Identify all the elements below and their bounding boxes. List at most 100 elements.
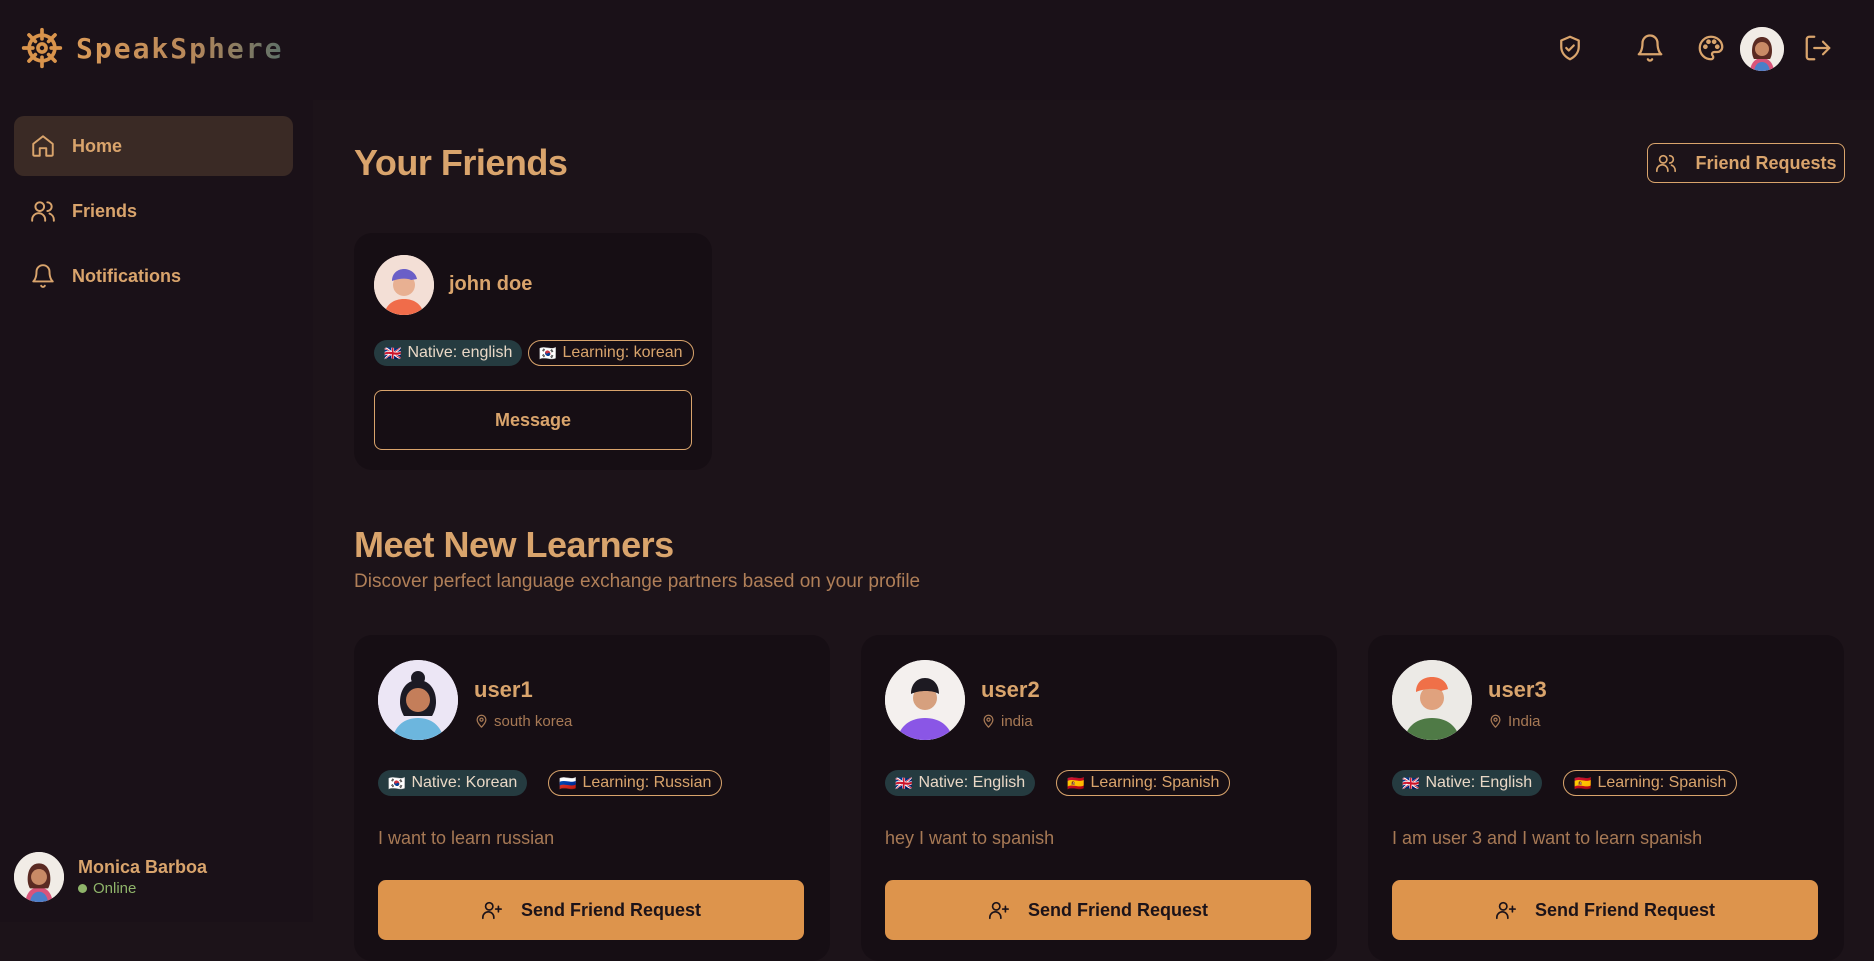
native-language-badge: 🇬🇧 Native: english xyxy=(374,340,523,366)
user-avatar-illustration xyxy=(1740,27,1784,71)
sidebar-item-label: Friends xyxy=(72,200,138,221)
learner-avatar-illustration xyxy=(885,660,965,740)
uk-flag-icon: 🇬🇧 xyxy=(895,774,913,791)
native-language: Native: english xyxy=(407,344,513,361)
russia-flag-icon: 🇷🇺 xyxy=(559,774,577,791)
avatar xyxy=(374,255,434,315)
learner-name: user2 xyxy=(981,677,1040,702)
learning-language: Learning: Russian xyxy=(582,774,712,791)
ship-wheel-icon xyxy=(21,27,63,69)
learning-language-badge: 🇰🇷 Learning: korean xyxy=(528,340,694,366)
bell-icon xyxy=(1637,34,1663,62)
learning-language-badge: 🇪🇸 Learning: Spanish xyxy=(1056,770,1231,796)
page-title: Your Friends xyxy=(354,142,568,183)
status-text: Online xyxy=(93,880,137,897)
shield-check-icon xyxy=(1560,35,1580,61)
users-icon xyxy=(31,201,55,222)
avatar xyxy=(1392,660,1472,740)
sidebar: Home Friends Notifications Monica Barboa… xyxy=(0,100,313,922)
location-text: south korea xyxy=(494,713,573,730)
current-user[interactable]: Monica Barboa Online xyxy=(14,852,207,902)
learner-bio: I want to learn russian xyxy=(378,828,555,848)
location-text: India xyxy=(1508,713,1541,730)
user-plus-icon xyxy=(481,901,502,920)
learner-bio: hey I want to spanish xyxy=(885,828,1055,848)
learner-card: user2 india 🇬🇧 Native: English 🇪🇸 Learni… xyxy=(861,635,1337,961)
sidebar-item-home[interactable]: Home xyxy=(14,116,293,176)
learner-bio: I am user 3 and I want to learn spanish xyxy=(1392,828,1703,848)
friend-requests-button[interactable]: Friend Requests xyxy=(1647,143,1845,183)
learning-language-badge: 🇷🇺 Learning: Russian xyxy=(548,770,723,796)
avatar[interactable] xyxy=(1740,27,1784,71)
learner-card: user1 south korea 🇰🇷 Native: Korean 🇷🇺 L… xyxy=(354,635,830,961)
theme-button[interactable] xyxy=(1693,30,1729,66)
learning-language-badge: 🇪🇸 Learning: Spanish xyxy=(1563,770,1738,796)
learner-avatar-illustration xyxy=(1392,660,1472,740)
friend-name: john doe xyxy=(449,273,533,295)
learner-name: user3 xyxy=(1488,677,1547,702)
send-friend-request-button[interactable]: Send Friend Request xyxy=(885,880,1311,940)
map-pin-icon xyxy=(983,714,994,728)
uk-flag-icon: 🇬🇧 xyxy=(384,344,402,361)
korea-flag-icon: 🇰🇷 xyxy=(539,344,557,361)
learning-language: Learning: korean xyxy=(562,344,683,361)
learning-language: Learning: Spanish xyxy=(1090,774,1220,791)
user-plus-icon xyxy=(1495,901,1516,920)
send-request-label: Send Friend Request xyxy=(1534,899,1716,920)
logout-button[interactable] xyxy=(1800,30,1836,66)
online-status: Online xyxy=(78,880,207,897)
learner-avatar-illustration xyxy=(378,660,458,740)
learner-location: India xyxy=(1488,713,1541,730)
user-avatar-illustration xyxy=(14,852,64,902)
app-root: SpeakSphere Home Friends Notifications M… xyxy=(0,0,1874,961)
korea-flag-icon: 🇰🇷 xyxy=(388,774,406,791)
learner-card: user3 India 🇬🇧 Native: English 🇪🇸 Learni… xyxy=(1368,635,1844,961)
native-language-badge: 🇬🇧 Native: English xyxy=(885,770,1036,796)
home-icon xyxy=(32,135,54,157)
native-language: Native: English xyxy=(918,774,1026,791)
app-name: SpeakSphere xyxy=(76,31,284,65)
native-language-badge: 🇰🇷 Native: Korean xyxy=(378,770,528,796)
sidebar-item-friends[interactable]: Friends xyxy=(14,181,293,241)
send-friend-request-button[interactable]: Send Friend Request xyxy=(378,880,804,940)
native-language: Native: Korean xyxy=(411,774,518,791)
send-friend-request-button[interactable]: Send Friend Request xyxy=(1392,880,1818,940)
logo[interactable]: SpeakSphere xyxy=(20,26,283,70)
learner-name: user1 xyxy=(474,677,533,702)
send-request-label: Send Friend Request xyxy=(520,899,702,920)
sidebar-item-label: Notifications xyxy=(72,265,182,286)
location-text: india xyxy=(1001,713,1033,730)
friend-card: john doe 🇬🇧 Native: english 🇰🇷 Learning:… xyxy=(354,233,712,470)
message-button[interactable]: Message xyxy=(374,390,692,450)
map-pin-icon xyxy=(1490,714,1501,728)
avatar xyxy=(885,660,965,740)
learners-title: Meet New Learners xyxy=(354,524,674,565)
logout-icon xyxy=(1805,35,1831,61)
learners-subtitle: Discover perfect language exchange partn… xyxy=(354,571,921,592)
shield-button[interactable] xyxy=(1552,30,1588,66)
native-language: Native: English xyxy=(1425,774,1533,791)
avatar xyxy=(14,852,64,902)
users-icon xyxy=(1656,154,1677,173)
learner-location: india xyxy=(981,713,1033,730)
send-request-label: Send Friend Request xyxy=(1027,899,1209,920)
palette-icon xyxy=(1698,35,1724,61)
online-dot-icon xyxy=(78,884,87,893)
learning-language: Learning: Spanish xyxy=(1597,774,1727,791)
friend-requests-label: Friend Requests xyxy=(1695,152,1837,173)
avatar xyxy=(378,660,458,740)
top-bar: SpeakSphere xyxy=(0,0,1874,100)
sidebar-item-notifications[interactable]: Notifications xyxy=(14,246,293,306)
spain-flag-icon: 🇪🇸 xyxy=(1574,774,1592,791)
bell-icon xyxy=(32,264,54,288)
user-plus-icon xyxy=(988,901,1009,920)
current-user-name: Monica Barboa xyxy=(78,857,208,877)
native-language-badge: 🇬🇧 Native: English xyxy=(1392,770,1543,796)
map-pin-icon xyxy=(476,714,487,728)
learner-location: south korea xyxy=(474,713,572,730)
spain-flag-icon: 🇪🇸 xyxy=(1067,774,1085,791)
uk-flag-icon: 🇬🇧 xyxy=(1402,774,1420,791)
friend-avatar-illustration xyxy=(374,255,434,315)
notifications-button[interactable] xyxy=(1632,30,1668,66)
sidebar-item-label: Home xyxy=(72,135,123,156)
